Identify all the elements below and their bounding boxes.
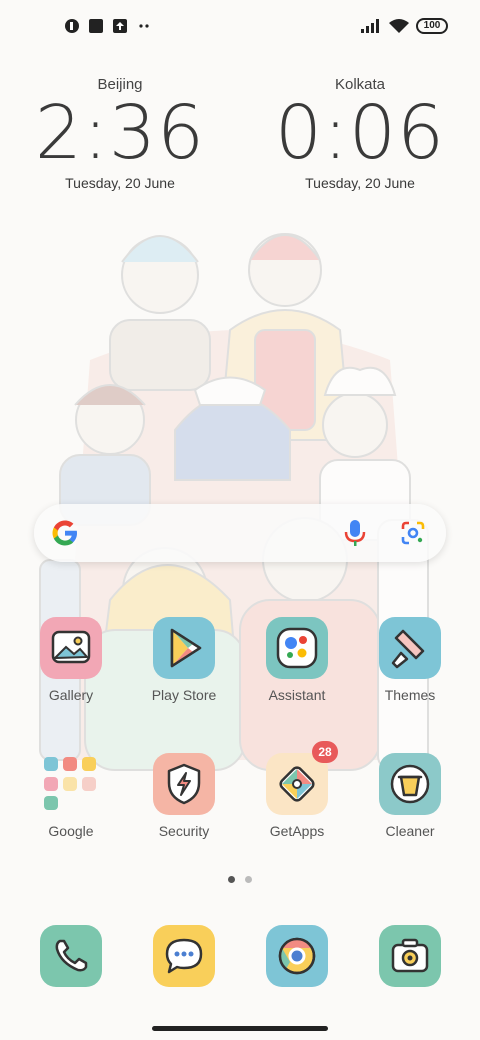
clock-widget-kolkata[interactable]: Kolkata 0:06 Tuesday, 20 June [260,76,460,191]
page-dot [245,876,252,883]
themes-brush-icon [379,617,441,679]
camera-icon [379,925,441,987]
notification-badge: 28 [312,741,338,763]
clock-time: 0:06 [274,90,446,176]
app-folder-google[interactable]: Google [21,753,121,839]
folder-app-icon [44,796,58,811]
assistant-icon [266,617,328,679]
play-store-icon [153,617,215,679]
chrome-icon [266,925,328,987]
security-shield-icon [153,753,215,815]
stop-square-icon [89,19,103,33]
app-play-store[interactable]: Play Store [134,617,234,703]
clock-widget-beijing[interactable]: Beijing 2:36 Tuesday, 20 June [20,76,220,191]
app-label: Play Store [151,687,217,703]
dock-messages[interactable] [134,925,234,987]
google-search-bar[interactable] [34,504,446,562]
app-label: Assistant [268,687,326,703]
gallery-icon [40,617,102,679]
microphone-icon[interactable] [344,519,366,547]
clock-time: 2:36 [34,90,206,176]
page-dot-active [228,876,235,883]
app-cleaner[interactable]: Cleaner [360,753,460,839]
app-getapps[interactable]: 28 GetApps [247,741,347,839]
status-bar: 100 [0,14,480,42]
dock-phone[interactable] [21,925,121,987]
messages-icon [153,925,215,987]
google-folder-icon [40,753,102,815]
clock-date: Tuesday, 20 June [305,175,415,191]
app-gallery[interactable]: Gallery [21,617,121,703]
status-right-icons: 100 [360,18,448,34]
home-gesture-bar[interactable] [152,1026,328,1031]
app-themes[interactable]: Themes [360,617,460,703]
page-indicator[interactable] [0,876,480,883]
folder-app-icon [63,757,77,771]
wifi-icon [389,19,409,33]
app-label: GetApps [269,823,325,839]
app-assistant[interactable]: Assistant [247,617,347,703]
battery-indicator: 100 [416,18,448,34]
dock-chrome[interactable] [247,925,347,987]
folder-app-icon [82,776,96,791]
upload-icon [113,19,127,33]
app-label: Themes [384,687,436,703]
app-label: Google [48,823,94,839]
status-left-icons [64,18,152,34]
cleaner-bin-icon [379,753,441,815]
app-security[interactable]: Security [134,753,234,839]
app-notification-icon [65,19,79,33]
folder-app-icon [44,757,58,771]
app-label: Security [158,823,210,839]
getapps-icon: 28 [266,741,338,815]
folder-app-icon [44,776,58,791]
clock-date: Tuesday, 20 June [65,175,175,191]
app-label: Gallery [48,687,94,703]
more-dots-icon [139,24,149,28]
google-logo-icon [52,520,77,546]
google-lens-icon[interactable] [400,520,426,546]
signal-icon [361,19,379,33]
dock-camera[interactable] [360,925,460,987]
phone-icon [40,925,102,987]
folder-app-icon [82,757,96,771]
app-label: Cleaner [385,823,435,839]
folder-app-icon [63,776,77,791]
